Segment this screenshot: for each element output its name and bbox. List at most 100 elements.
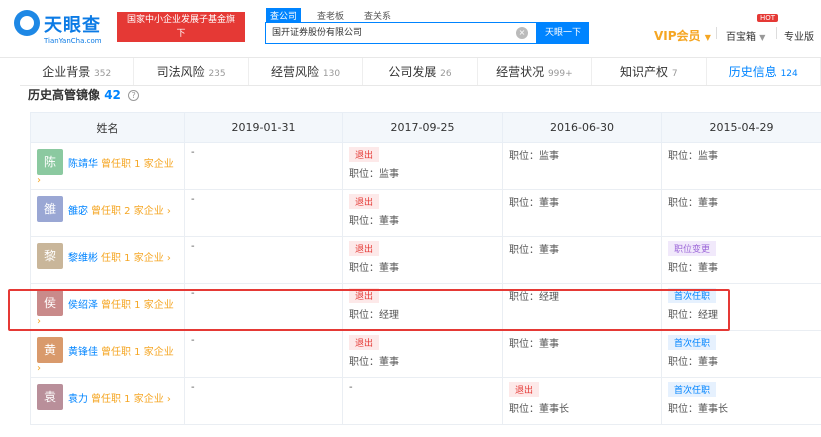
vip-label: VIP会员 <box>654 29 701 43</box>
table-row: 黎黎维彬 任职 1 家企业 › - 退出 职位：董事 职位：董事 职位变更 职位：董事 <box>30 236 821 284</box>
badge-line-2: 官方备案企业征信机构 <box>135 43 226 53</box>
name-cell: 黎黎维彬 任职 1 家企业 › <box>30 236 185 284</box>
tab-intellectual-property[interactable]: 知识产权 7 <box>592 58 707 85</box>
search-tab-relation[interactable]: 查关系 <box>360 8 395 23</box>
related-companies-link[interactable]: 曾任职 1 家企业 › <box>91 394 171 405</box>
search-tabs: 查公司 查老板 查关系 <box>266 8 395 23</box>
position-text: 职位：监事 <box>349 169 399 180</box>
history-cell: 职位变更 职位：董事 <box>661 236 821 284</box>
name-cell: 袁袁力 曾任职 1 家企业 › <box>30 377 185 425</box>
tab-count: 235 <box>208 69 226 79</box>
search-tab-company[interactable]: 查公司 <box>266 8 302 23</box>
empty-value: - <box>191 335 195 346</box>
tab-count: 26 <box>440 69 452 79</box>
history-cell: 退出职位：董事 <box>342 330 503 378</box>
history-cell: 职位：董事 <box>502 189 662 237</box>
avatar[interactable]: 袁 <box>37 384 63 410</box>
help-icon[interactable]: ? <box>128 90 140 101</box>
tab-count: 124 <box>780 69 798 79</box>
section-count: 42 <box>104 88 121 102</box>
position-text: 职位：董事 <box>349 216 399 227</box>
position-text: 职位：董事 <box>668 263 718 274</box>
table-row: 雒雒宓 曾任职 2 家企业 › - 退出 职位：董事 职位：董事 职位：董事 <box>30 189 821 237</box>
position-text: 职位：监事 <box>668 151 718 162</box>
pro-version-link[interactable]: 专业版 <box>784 28 814 43</box>
name-cell: 雒雒宓 曾任职 2 家企业 › <box>30 189 185 237</box>
name-cell: 黄黄锋佳 曾任职 1 家企业 › <box>30 330 185 378</box>
position-text: 职位：董事 <box>668 198 718 209</box>
tab-label: 经营状况 <box>496 65 545 79</box>
tab-operating-status[interactable]: 经营状况 999+ <box>478 58 593 85</box>
top-bar: 天眼查 TianYanCha.com 国家中小企业发展子基金旗下 官方备案企业征… <box>0 0 821 58</box>
position-text: 职位：董事长 <box>509 404 569 415</box>
avatar[interactable]: 陈 <box>37 149 63 175</box>
history-cell: 退出职位：董事长 <box>502 377 662 425</box>
history-cell: 退出 职位：董事 <box>342 189 503 237</box>
toolbox-label: 百宝箱 <box>726 32 756 43</box>
history-cell: 职位：董事 <box>502 236 662 284</box>
position-text: 职位：董事 <box>349 263 399 274</box>
section-title-text: 历史高管镜像 <box>28 88 101 102</box>
divider <box>716 27 717 39</box>
highlight-box <box>8 289 730 331</box>
history-cell: - <box>184 330 343 378</box>
tab-label: 知识产权 <box>620 65 669 79</box>
person-name-link[interactable]: 袁力 <box>68 394 88 405</box>
related-companies-link[interactable]: 曾任职 2 家企业 › <box>91 206 171 217</box>
section-title: 历史高管镜像 42 ? <box>28 86 140 103</box>
history-cell: 职位：董事 <box>502 330 662 378</box>
clear-icon[interactable]: × <box>516 27 528 39</box>
chevron-down-icon: ▼ <box>759 33 766 42</box>
tab-company-development[interactable]: 公司发展 26 <box>363 58 478 85</box>
tab-company-background[interactable]: 企业背景 352 <box>20 58 135 85</box>
toolbox-menu[interactable]: 百宝箱 ▼ <box>726 28 765 43</box>
tab-label: 历史信息 <box>728 65 777 79</box>
tab-count: 999+ <box>547 69 573 79</box>
search-input-value: 国开证券股份有限公司 <box>272 28 363 38</box>
hot-badge: HOT <box>757 14 779 22</box>
logo[interactable]: 天眼查 TianYanCha.com <box>14 8 114 48</box>
badge-line-1: 国家中小企业发展子基金旗下 <box>126 15 235 39</box>
history-cell: 退出 职位：董事 <box>342 236 503 284</box>
search-button[interactable]: 天眼一下 <box>537 22 589 44</box>
avatar[interactable]: 雒 <box>37 196 63 222</box>
status-badge: 首次任职 <box>668 382 717 397</box>
section-tabs: 企业背景 352 司法风险 235 经营风险 130 公司发展 26 经营状况 … <box>20 58 821 86</box>
official-badge: 国家中小企业发展子基金旗下 官方备案企业征信机构 <box>117 12 245 53</box>
history-cell: - <box>184 142 343 190</box>
related-companies-link[interactable]: 任职 1 家企业 › <box>101 253 171 264</box>
person-name-link[interactable]: 陈靖华 <box>68 159 98 170</box>
column-header-date: 2017-09-25 <box>342 112 503 143</box>
position-text: 职位：董事 <box>349 357 399 368</box>
divider <box>776 27 777 39</box>
empty-value: - <box>191 194 195 205</box>
column-header-date: 2016-06-30 <box>502 112 662 143</box>
position-text: 职位：董事 <box>509 198 559 209</box>
empty-value: - <box>349 382 353 393</box>
logo-icon <box>14 10 40 36</box>
person-name-link[interactable]: 黄锋佳 <box>68 347 98 358</box>
history-cell: - <box>184 236 343 284</box>
status-badge: 退出 <box>349 335 380 350</box>
vip-menu[interactable]: VIP会员 ▼ <box>654 27 711 44</box>
avatar[interactable]: 黄 <box>37 337 63 363</box>
empty-value: - <box>191 382 195 393</box>
tab-history[interactable]: 历史信息 124 <box>706 58 821 85</box>
history-cell: - <box>184 377 343 425</box>
history-cell: 职位：监事 <box>502 142 662 190</box>
column-header-date: 2015-04-29 <box>661 112 821 143</box>
empty-value: - <box>191 147 195 158</box>
person-name-link[interactable]: 雒宓 <box>68 206 88 217</box>
status-badge: 退出 <box>509 382 540 397</box>
avatar[interactable]: 黎 <box>37 243 63 269</box>
column-header-name: 姓名 <box>30 112 185 143</box>
tab-legal-risk[interactable]: 司法风险 235 <box>134 58 249 85</box>
search-tab-boss[interactable]: 查老板 <box>313 8 348 23</box>
empty-value: - <box>191 241 195 252</box>
person-name-link[interactable]: 黎维彬 <box>68 253 98 264</box>
tab-business-risk[interactable]: 经营风险 130 <box>249 58 364 85</box>
search-input[interactable]: 国开证券股份有限公司 × <box>265 22 537 44</box>
position-text: 职位：监事 <box>509 151 559 162</box>
executive-history-table: 姓名 2019-01-31 2017-09-25 2016-06-30 2015… <box>30 112 821 425</box>
logo-text: 天眼查 <box>44 15 101 36</box>
